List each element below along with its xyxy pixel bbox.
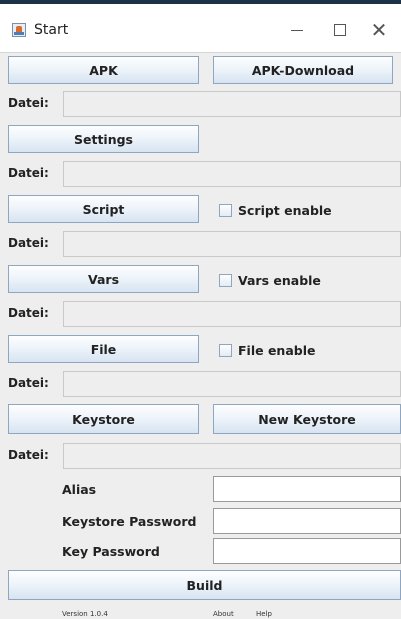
window-title: Start (34, 22, 69, 38)
close-button[interactable]: ✕ (359, 14, 399, 46)
file-file-field (63, 371, 401, 397)
title-bar: Start ✕ (0, 4, 401, 53)
new-keystore-button[interactable]: New Keystore (213, 404, 401, 434)
vars-enable-checkbox[interactable] (219, 274, 232, 287)
keystore-password-input[interactable] (213, 508, 401, 534)
file-enable-checkbox[interactable] (219, 344, 232, 357)
keystore-file-field (63, 443, 401, 469)
settings-file-label: Datei: (8, 166, 49, 180)
file-enable-label: File enable (238, 343, 316, 358)
key-password-label: Key Password (62, 544, 160, 559)
build-button[interactable]: Build (8, 570, 401, 600)
minimize-button[interactable] (277, 14, 317, 46)
apk-download-button[interactable]: APK-Download (213, 56, 393, 84)
vars-file-label: Datei: (8, 306, 49, 320)
vars-enable-label: Vars enable (238, 273, 321, 288)
script-file-field (63, 231, 401, 257)
file-file-label: Datei: (8, 376, 49, 390)
java-app-icon (12, 23, 26, 37)
keystore-button[interactable]: Keystore (8, 404, 199, 434)
help-link[interactable]: Help (256, 610, 272, 618)
key-password-input[interactable] (213, 538, 401, 564)
keystore-password-label: Keystore Password (62, 514, 197, 529)
apk-file-field (63, 91, 401, 117)
keystore-file-label: Datei: (8, 448, 49, 462)
about-link[interactable]: About (213, 610, 234, 618)
script-enable-checkbox[interactable] (219, 204, 232, 217)
file-button[interactable]: File (8, 335, 199, 363)
script-button[interactable]: Script (8, 195, 199, 223)
version-label: Version 1.0.4 (62, 610, 108, 618)
vars-button[interactable]: Vars (8, 265, 199, 293)
settings-file-field (63, 161, 401, 187)
maximize-button[interactable] (320, 14, 360, 46)
alias-input[interactable] (213, 476, 401, 502)
script-enable-label: Script enable (238, 203, 332, 218)
script-file-label: Datei: (8, 236, 49, 250)
apk-file-label: Datei: (8, 96, 49, 110)
apk-button[interactable]: APK (8, 56, 199, 84)
alias-label: Alias (62, 482, 97, 497)
vars-file-field (63, 301, 401, 327)
settings-button[interactable]: Settings (8, 125, 199, 153)
